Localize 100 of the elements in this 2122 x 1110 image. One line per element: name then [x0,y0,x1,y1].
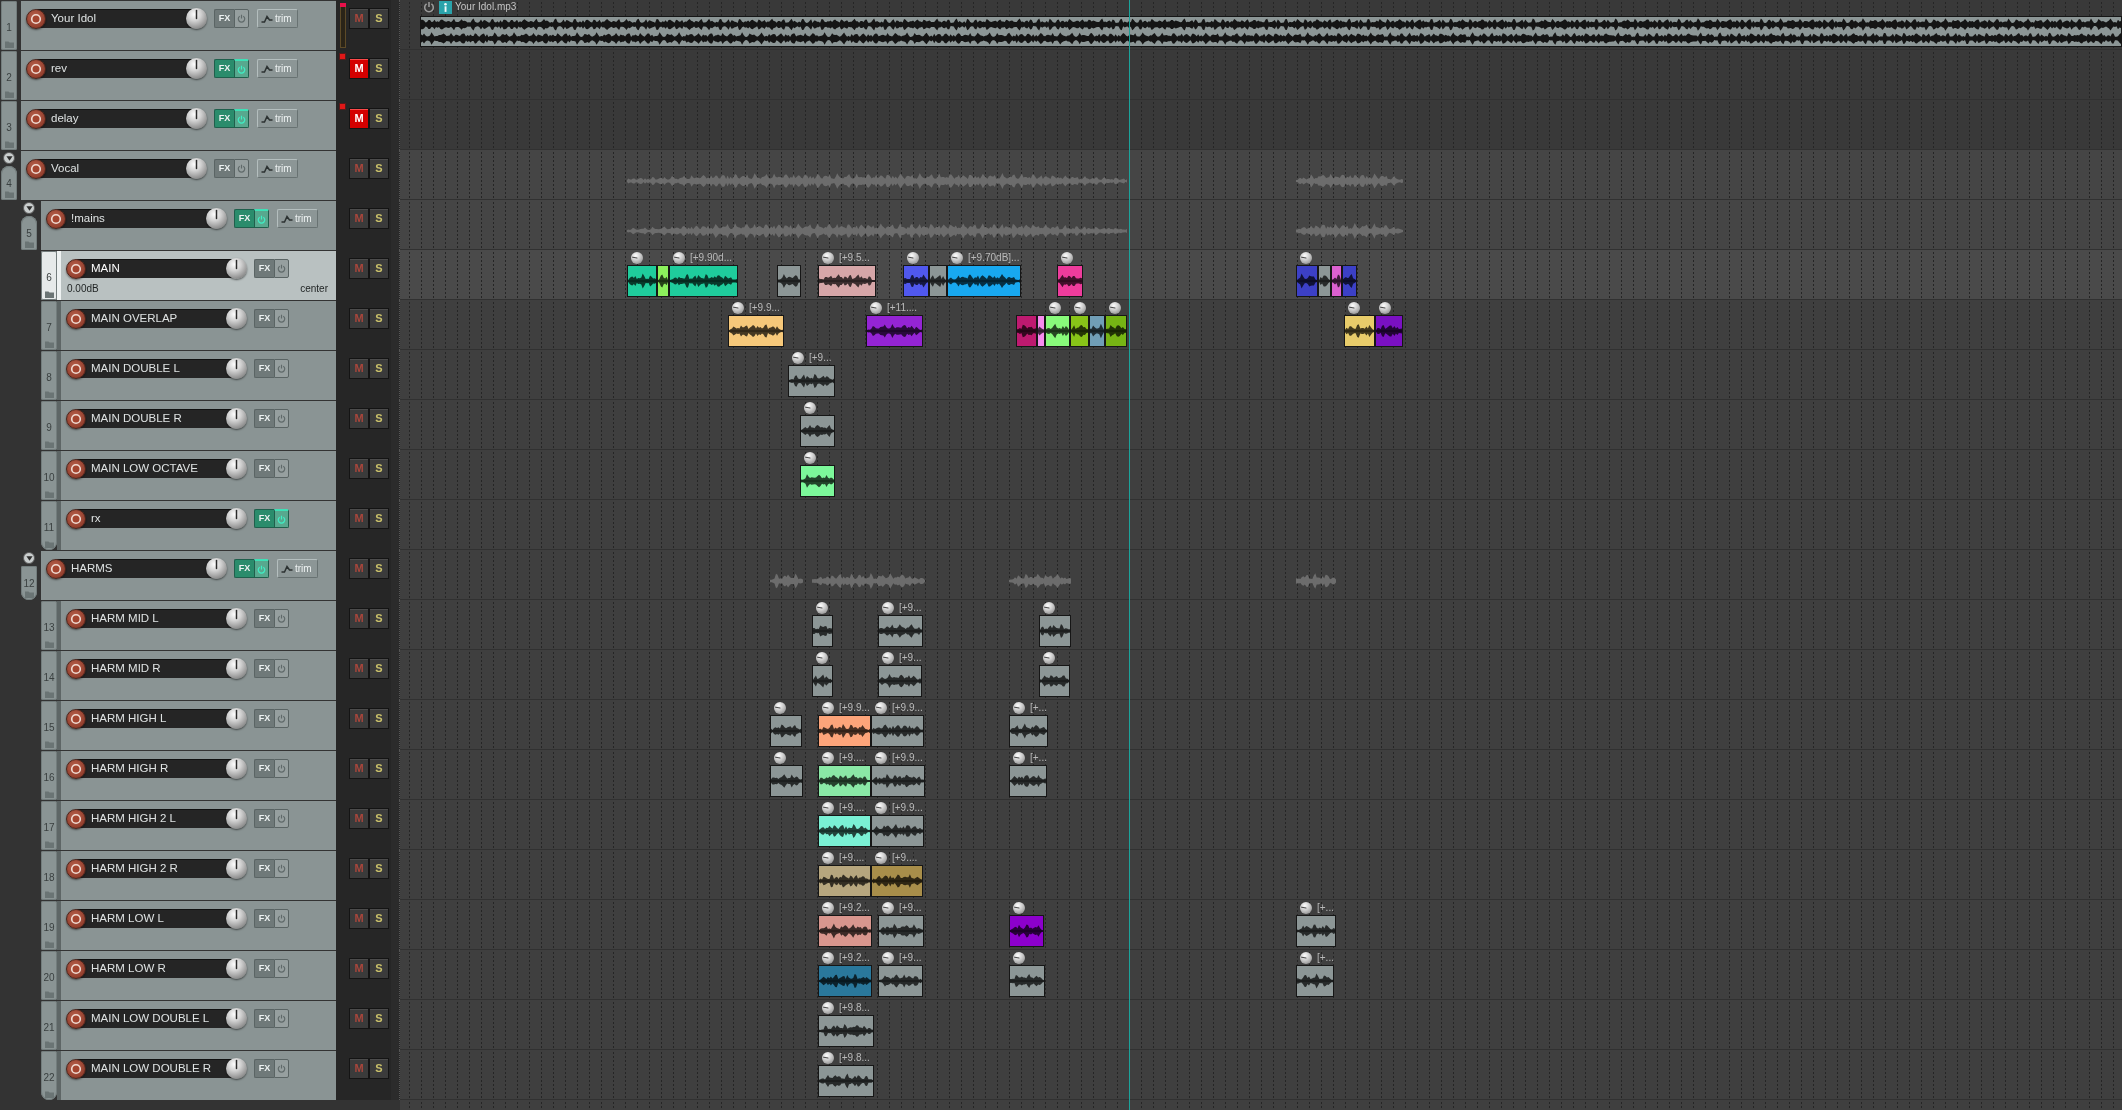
item-volume-knob[interactable] [816,652,828,664]
audio-clip[interactable] [1039,665,1070,697]
record-arm-button[interactable] [26,58,46,79]
item-volume-knob[interactable] [804,402,816,414]
solo-button[interactable]: S [369,408,389,429]
audio-clip[interactable] [788,365,835,397]
record-arm-button[interactable] [46,208,66,229]
mute-button[interactable]: M [349,108,369,129]
audio-clip[interactable] [1039,615,1071,647]
record-arm-button[interactable] [66,758,86,779]
record-arm-button[interactable] [66,408,86,429]
audio-clip[interactable] [1296,265,1318,297]
mute-button[interactable]: M [349,58,369,79]
volume-knob[interactable] [206,558,227,579]
volume-knob[interactable] [226,308,247,329]
solo-button[interactable]: S [369,358,389,379]
fx-bypass-button[interactable] [234,59,249,78]
audio-clip[interactable] [728,315,784,347]
fx-button[interactable]: FX [214,59,234,78]
item-volume-knob[interactable] [774,752,786,764]
item-volume-knob[interactable] [822,802,834,814]
track-number-tab[interactable]: 8 [41,351,57,400]
volume-knob[interactable] [226,358,247,379]
record-arm-button[interactable] [66,308,86,329]
volume-knob[interactable] [226,1058,247,1079]
audio-clip[interactable] [800,415,835,447]
fx-button[interactable]: FX [254,709,274,728]
item-volume-knob[interactable] [875,802,887,814]
track-panel[interactable]: HARM HIGH 2 L FX [57,801,336,850]
track-panel[interactable]: rx FX [57,501,336,550]
volume-knob[interactable] [186,58,207,79]
audio-clip[interactable] [818,765,871,797]
audio-clip[interactable] [770,765,803,797]
audio-clip[interactable] [818,815,871,847]
audio-clip[interactable] [947,265,1021,297]
track-number-tab[interactable]: 1 [1,1,17,50]
fx-button[interactable]: FX [214,109,234,128]
audio-clip[interactable] [903,265,929,297]
fx-button[interactable]: FX [214,9,234,28]
audio-clip[interactable] [1296,915,1336,947]
audio-clip[interactable] [1070,315,1089,347]
item-volume-knob[interactable] [907,252,919,264]
audio-clip[interactable] [866,315,923,347]
item-volume-knob[interactable] [822,1052,834,1064]
volume-knob[interactable] [206,208,227,229]
audio-clip[interactable] [1045,315,1070,347]
audio-clip[interactable] [929,265,947,297]
audio-clip[interactable] [878,915,924,947]
item-volume-knob[interactable] [875,852,887,864]
solo-button[interactable]: S [369,308,389,329]
track-number-tab[interactable]: 21 [41,1001,57,1050]
audio-clip[interactable] [1318,265,1331,297]
item-volume-knob[interactable] [792,352,804,364]
audio-clip[interactable] [818,715,871,747]
fx-button[interactable]: FX [254,809,274,828]
record-arm-button[interactable] [66,458,86,479]
record-arm-button[interactable] [66,258,86,279]
item-volume-knob[interactable] [822,952,834,964]
audio-clip[interactable] [818,915,872,947]
solo-button[interactable]: S [369,658,389,679]
record-arm-button[interactable] [66,908,86,929]
record-arm-button[interactable] [26,8,46,29]
volume-knob[interactable] [226,708,247,729]
audio-clip[interactable] [878,665,922,697]
item-volume-knob[interactable] [882,902,894,914]
volume-knob[interactable] [226,608,247,629]
track-number-tab[interactable]: 16 [41,751,57,800]
audio-clip[interactable] [1009,765,1047,797]
record-arm-button[interactable] [66,958,86,979]
item-volume-knob[interactable] [1061,252,1073,264]
item-volume-knob[interactable] [1013,702,1025,714]
audio-clip[interactable] [1089,315,1105,347]
record-arm-button[interactable] [66,358,86,379]
item-volume-knob[interactable] [875,752,887,764]
trim-button[interactable]: trim [257,109,298,128]
item-volume-knob[interactable] [1109,302,1121,314]
fx-button[interactable]: FX [254,609,274,628]
track-panel[interactable]: HARM HIGH 2 R FX [57,851,336,900]
fx-button[interactable]: FX [254,509,274,528]
fx-button[interactable]: FX [254,309,274,328]
record-arm-button[interactable] [66,808,86,829]
trim-button[interactable]: trim [277,559,318,578]
track-panel[interactable]: MAIN LOW DOUBLE L FX [57,1001,336,1050]
track-number-tab[interactable]: 4 [1,166,17,200]
fx-bypass-button[interactable] [254,209,269,228]
solo-button[interactable]: S [369,258,389,279]
item-volume-knob[interactable] [1043,652,1055,664]
fx-bypass-button[interactable] [274,509,289,528]
item-volume-knob[interactable] [875,702,887,714]
volume-knob[interactable] [226,808,247,829]
item-volume-knob[interactable] [732,302,744,314]
track-number-tab[interactable]: 9 [41,401,57,450]
fx-button[interactable]: FX [254,909,274,928]
audio-clip[interactable] [1375,315,1403,347]
volume-knob[interactable] [226,258,247,279]
trim-button[interactable]: trim [257,9,298,28]
record-arm-button[interactable] [66,1058,86,1079]
item-volume-knob[interactable] [1074,302,1086,314]
trim-button[interactable]: trim [257,59,298,78]
track-number-tab[interactable]: 6 [41,251,57,300]
